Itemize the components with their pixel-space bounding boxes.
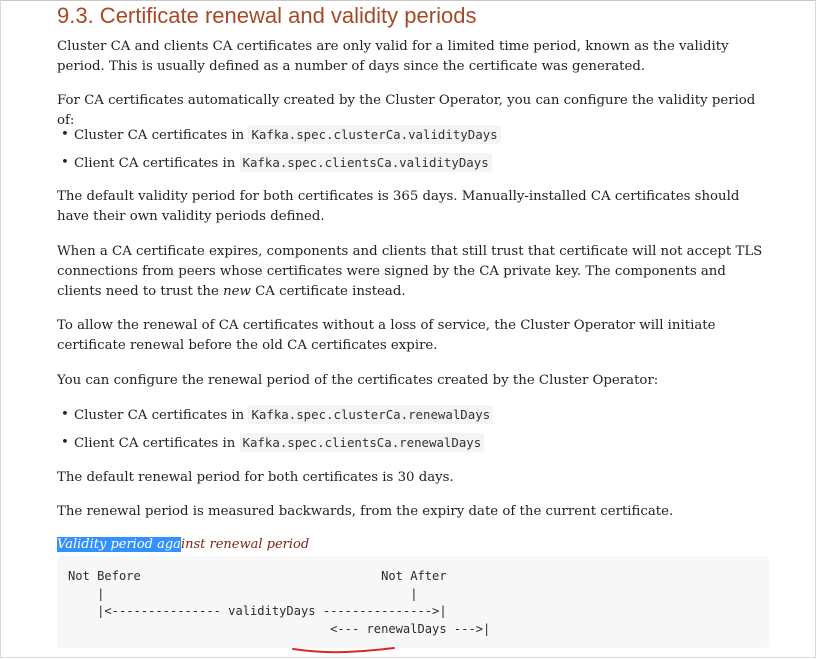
expiry-text-end: CA certificate instead. [250, 284, 406, 299]
listing-caption[interactable]: Validity period against renewal period [57, 536, 309, 554]
expiry-emphasis: new [223, 284, 251, 299]
list-item-text: Client CA certificates in [74, 436, 240, 451]
caption-text[interactable]: inst renewal period [181, 537, 309, 552]
list-item-text: Client CA certificates in [74, 156, 240, 171]
list-item-text: Cluster CA certificates in [74, 128, 249, 143]
measured-paragraph: The renewal period is measured backwards… [57, 504, 674, 519]
config-path-code: Kafka.spec.clientsCa.validityDays [239, 153, 492, 172]
list-item: Client CA certificates in Kafka.spec.cli… [57, 429, 769, 457]
list-item: Client CA certificates in Kafka.spec.cli… [57, 149, 769, 177]
renewal-configure-paragraph: You can configure the renewal period of … [57, 373, 659, 388]
caption-selected-text[interactable]: Validity period aga [57, 537, 181, 552]
config-path-code: Kafka.spec.clientsCa.renewalDays [239, 433, 485, 452]
renewal-days-list: Cluster CA certificates in Kafka.spec.cl… [57, 401, 769, 457]
listing-content: Not Before Not After | | |<-------------… [68, 569, 491, 636]
list-item: Cluster CA certificates in Kafka.spec.cl… [57, 401, 769, 429]
config-path-code: Kafka.spec.clusterCa.validityDays [248, 125, 501, 144]
code-listing: Not Before Not After | | |<-------------… [57, 556, 769, 648]
list-item-text: Cluster CA certificates in [74, 408, 249, 423]
validity-days-list: Cluster CA certificates in Kafka.spec.cl… [57, 121, 769, 177]
renewal-service-paragraph: To allow the renewal of CA certificates … [57, 318, 716, 353]
section-heading: 9.3. Certificate renewal and validity pe… [57, 3, 477, 28]
expiry-text: When a CA certificate expires, component… [57, 244, 763, 299]
red-underline-annotation [292, 647, 395, 654]
intro-paragraph: Cluster CA and clients CA certificates a… [57, 39, 729, 74]
list-item: Cluster CA certificates in Kafka.spec.cl… [57, 121, 769, 149]
default-renewal-paragraph: The default renewal period for both cert… [57, 470, 454, 485]
config-path-code: Kafka.spec.clusterCa.renewalDays [248, 405, 494, 424]
default-validity-paragraph: The default validity period for both cer… [57, 189, 740, 224]
expiry-paragraph: When a CA certificate expires, component… [57, 242, 769, 302]
